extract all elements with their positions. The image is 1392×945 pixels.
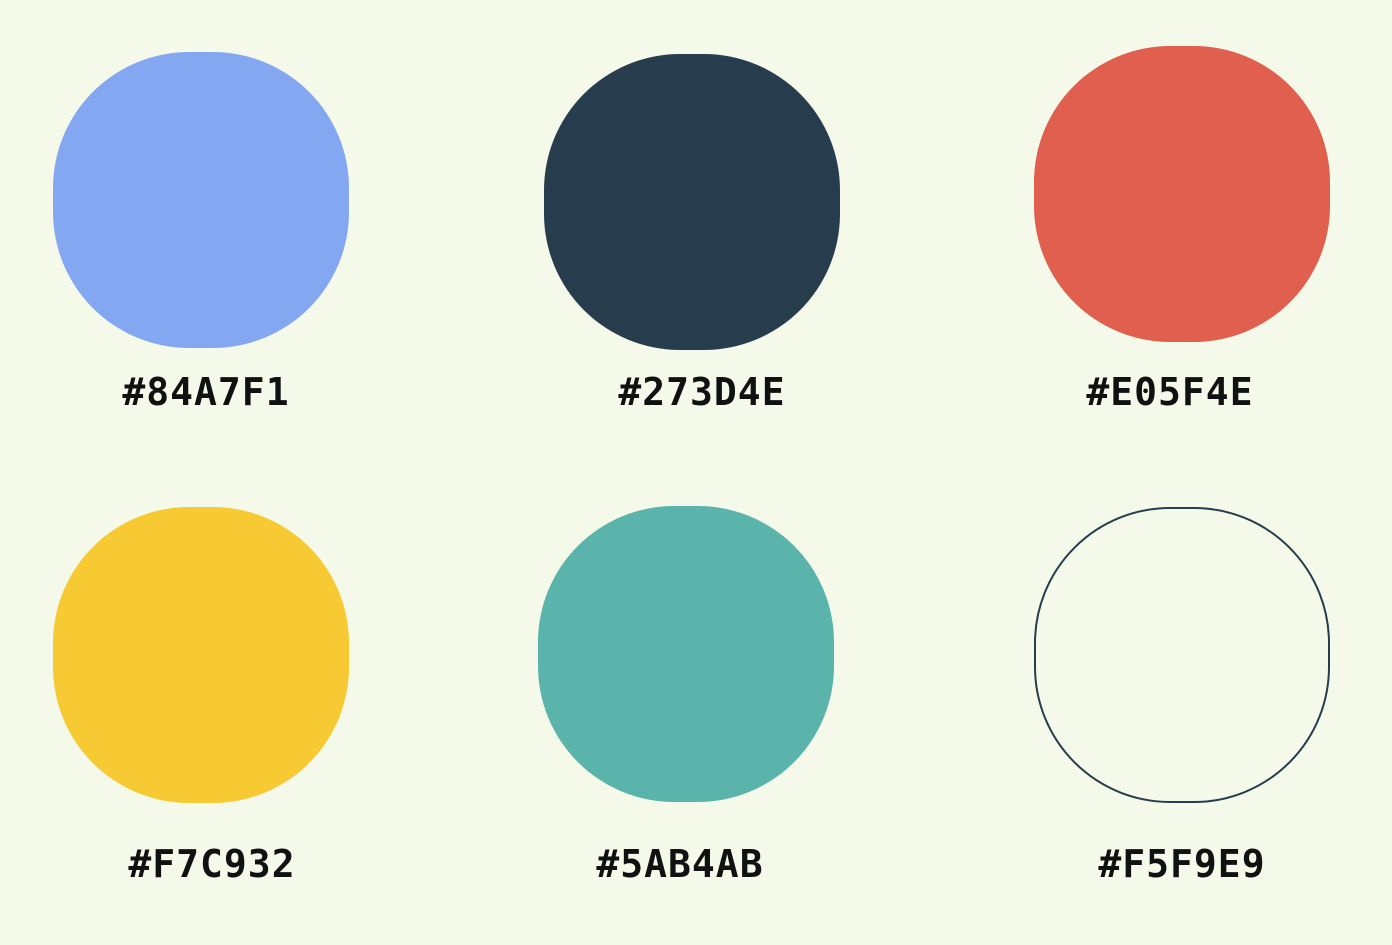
color-hex-label: #273D4E	[618, 370, 786, 414]
color-hex-label: #5AB4AB	[596, 842, 764, 886]
color-hex-label: #E05F4E	[1086, 370, 1254, 414]
color-palette: #84A7F1 #273D4E #E05F4E #F7C932 #5AB4AB …	[0, 0, 1392, 945]
color-hex-label: #F5F9E9	[1098, 842, 1266, 886]
color-swatch	[53, 52, 349, 348]
color-swatch	[53, 507, 349, 803]
color-swatch	[1034, 46, 1330, 342]
color-hex-label: #F7C932	[128, 842, 296, 886]
color-swatch-outlined	[1034, 507, 1330, 803]
color-hex-label: #84A7F1	[122, 370, 290, 414]
color-swatch	[538, 506, 834, 802]
color-swatch	[544, 54, 840, 350]
